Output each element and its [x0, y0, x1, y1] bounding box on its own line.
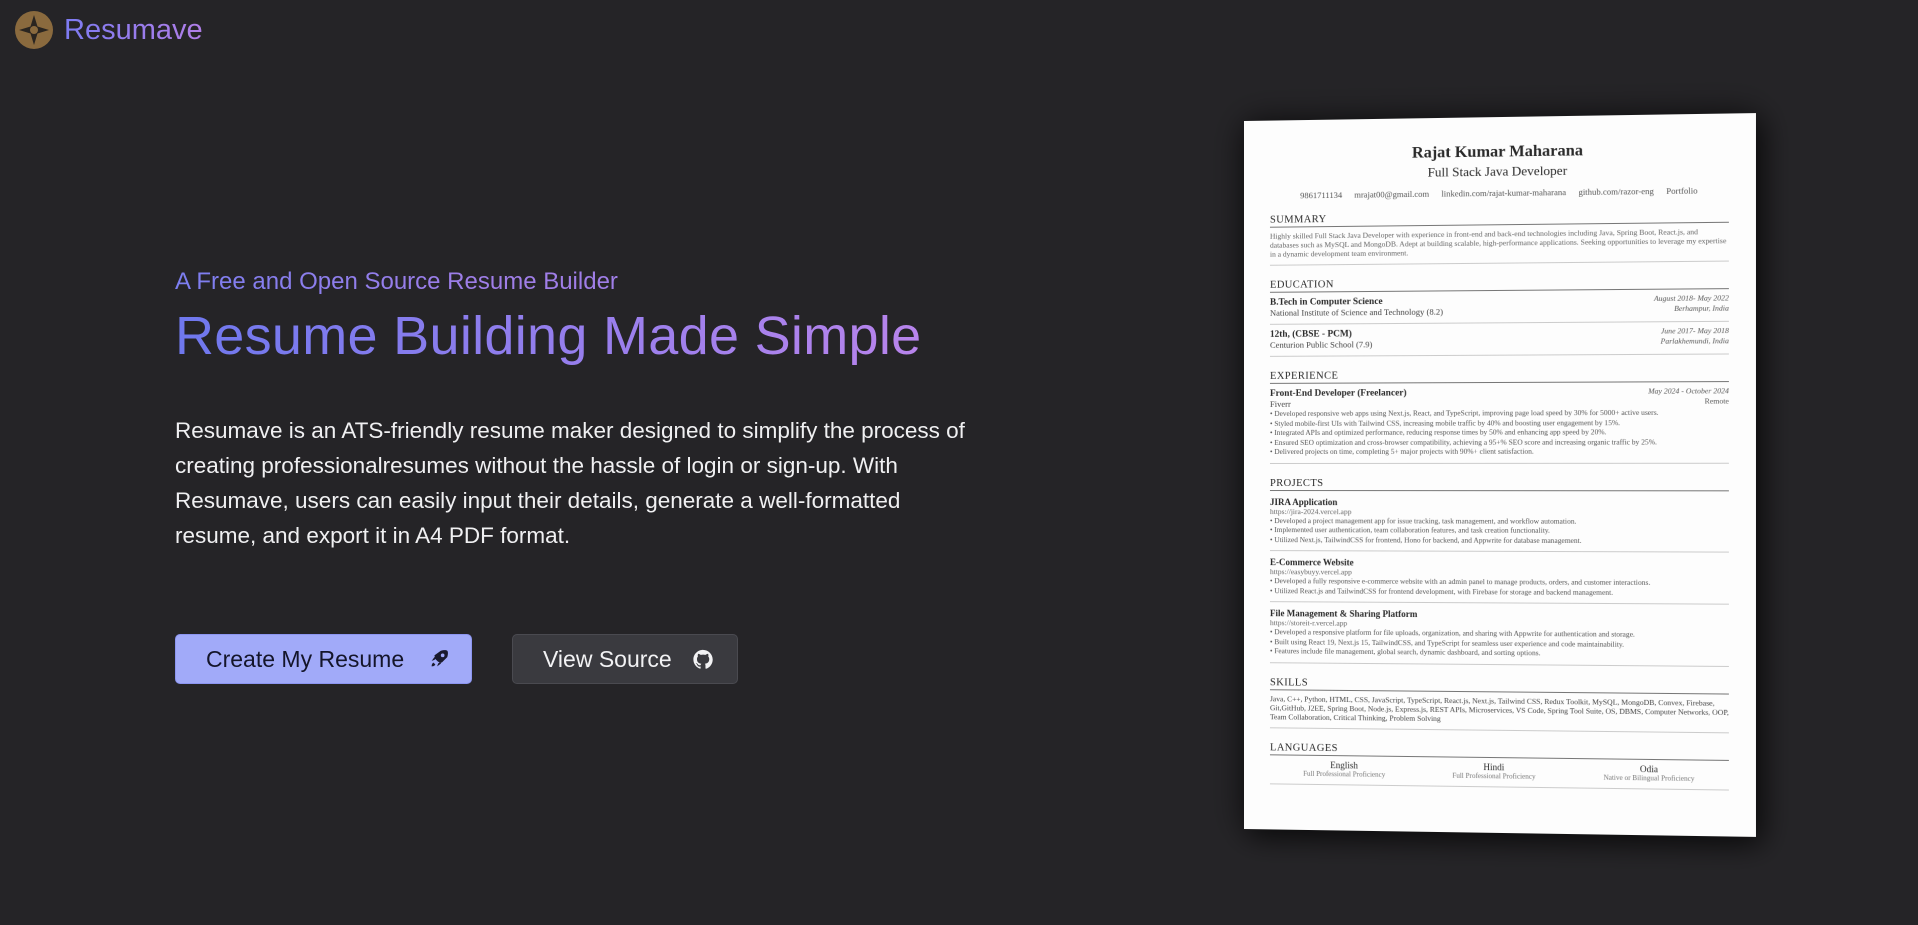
- education-place: Berhampur, India: [1654, 303, 1729, 314]
- view-source-button[interactable]: View Source: [512, 634, 738, 684]
- education-place: Parlakhemundi, India: [1661, 336, 1729, 347]
- section-title: EDUCATION: [1270, 276, 1729, 293]
- create-resume-label: Create My Resume: [206, 646, 404, 673]
- resume-preview: Rajat Kumar Maharana Full Stack Java Dev…: [1244, 113, 1756, 837]
- resume-contact: mrajat00@gmail.com: [1354, 189, 1429, 200]
- hero-headline: Resume Building Made Simple: [175, 304, 921, 369]
- resume-contact: Portfolio: [1666, 185, 1697, 196]
- hero-section: A Free and Open Source Resume Builder Re…: [175, 268, 995, 553]
- hero-tagline: A Free and Open Source Resume Builder: [175, 268, 618, 296]
- resume-contact: github.com/razor-eng: [1578, 186, 1653, 197]
- github-icon: [692, 648, 714, 670]
- project-link: https://jira-2024.vercel.app: [1270, 507, 1729, 517]
- project-title: JIRA Application: [1270, 497, 1729, 508]
- rocket-icon: [428, 648, 450, 670]
- section-title: SKILLS: [1270, 677, 1729, 694]
- section-title: PROJECTS: [1270, 478, 1729, 491]
- language-level: Native or Bilingual Proficiency: [1604, 773, 1695, 782]
- create-resume-button[interactable]: Create My Resume: [175, 634, 472, 684]
- experience-bullet: • Delivered projects on time, completing…: [1270, 446, 1729, 456]
- section-title: SUMMARY: [1270, 209, 1729, 227]
- section-title: LANGUAGES: [1270, 742, 1729, 761]
- experience-company: Fiverr: [1270, 398, 1407, 408]
- education-dates: August 2018- May 2022: [1654, 293, 1729, 304]
- experience-location: Remote: [1648, 396, 1729, 406]
- language-item: Hindi Full Professional Proficiency: [1452, 761, 1535, 780]
- project-bullet: • Implemented user authentication, team …: [1270, 525, 1729, 536]
- language-level: Full Professional Proficiency: [1452, 771, 1535, 780]
- language-level: Full Professional Proficiency: [1303, 769, 1385, 778]
- view-source-label: View Source: [543, 646, 672, 673]
- education-degree: 12th, (CBSE - PCM): [1270, 329, 1352, 340]
- language-item: English Full Professional Proficiency: [1303, 759, 1385, 778]
- experience-title: Front-End Developer (Freelancer): [1270, 388, 1407, 399]
- compass-star-icon: [14, 10, 54, 50]
- resume-role: Full Stack Java Developer: [1270, 160, 1729, 182]
- language-item: Odia Native or Bilingual Proficiency: [1604, 763, 1695, 782]
- hero-description: Resumave is an ATS-friendly resume maker…: [175, 413, 985, 553]
- education-entry: 12th, (CBSE - PCM) Centurion Public Schoo…: [1270, 326, 1729, 350]
- education-entry: B.Tech in Computer Science National Insti…: [1270, 293, 1729, 318]
- section-title: EXPERIENCE: [1270, 369, 1729, 384]
- resume-contacts: 9861711134 mrajat00@gmail.com linkedin.c…: [1270, 185, 1729, 201]
- resume-contact: linkedin.com/rajat-kumar-maharana: [1441, 187, 1566, 199]
- resume-summary: Highly skilled Full Stack Java Developer…: [1270, 227, 1729, 259]
- education-dates: June 2017- May 2018: [1661, 326, 1729, 337]
- experience-bullet: • Ensured SEO optimization and cross-bro…: [1270, 437, 1729, 447]
- project-bullet: • Features include file management, glob…: [1270, 646, 1729, 659]
- resume-languages-section: LANGUAGES English Full Professional Profi…: [1270, 742, 1729, 790]
- brand-name: Resumave: [64, 14, 203, 47]
- project-bullet: • Utilized React.js and TailwindCSS for …: [1270, 586, 1729, 598]
- resume-skills-section: SKILLS Java, C++, Python, HTML, CSS, Jav…: [1270, 677, 1729, 733]
- resume-contact: 9861711134: [1300, 190, 1342, 201]
- project-bullet: • Utilized Next.js, TailwindCSS for fron…: [1270, 535, 1729, 546]
- experience-entry: Front-End Developer (Freelancer) Fiverr M…: [1270, 386, 1729, 409]
- experience-dates: May 2024 - October 2024: [1648, 386, 1729, 396]
- education-school: National Institute of Science and Techno…: [1270, 307, 1443, 318]
- resume-skills: Java, C++, Python, HTML, CSS, JavaScript…: [1270, 694, 1729, 726]
- education-school: Centurion Public School (7.9): [1270, 339, 1372, 350]
- brand[interactable]: Resumave: [14, 10, 203, 50]
- resume-experience-section: EXPERIENCE Front-End Developer (Freelanc…: [1270, 369, 1729, 464]
- hero-actions: Create My Resume View Source: [175, 634, 738, 684]
- resume-projects-section: PROJECTS JIRA Application https://jira-2…: [1270, 478, 1729, 667]
- resume-education-section: EDUCATION B.Tech in Computer Science Nati…: [1270, 276, 1729, 357]
- resume-summary-section: SUMMARY Highly skilled Full Stack Java D…: [1270, 209, 1729, 265]
